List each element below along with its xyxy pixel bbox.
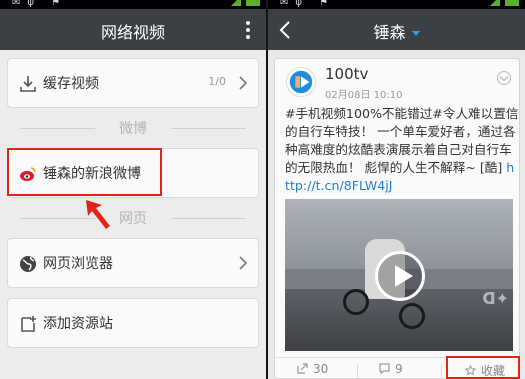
cached-videos-count: 1/0 (208, 75, 226, 88)
comment-icon (379, 363, 390, 374)
battery-icon (246, 0, 260, 6)
post-text: #手机视频100%不能错过#令人难以置信的自行车特技！ 一个单车爱好者，通过各种… (285, 105, 519, 195)
share-button[interactable]: 30 (297, 362, 328, 376)
video-watermark: ᗡ✦ (482, 289, 509, 308)
status-right (490, 0, 519, 6)
globe-icon (20, 256, 36, 272)
share-count: 30 (313, 362, 329, 376)
more-icon[interactable] (246, 21, 250, 39)
post-body: #手机视频100%不能错过#令人难以置信的自行车特技！ 一个单车爱好者，通过各种… (285, 106, 519, 175)
user-title: 锤森 (373, 23, 406, 42)
web-browser-row[interactable]: 网页浏览器 (7, 238, 259, 288)
video-menu-screen: ✉ψ ⚑ 网络视频 缓存视频 1/0 微博 锤森的新浪微博 网页 网页浏览器 添… (0, 0, 266, 379)
cached-videos-label: 缓存视频 (43, 76, 99, 92)
add-source-row[interactable]: 添加资源站 (7, 298, 259, 348)
comment-count: 9 (395, 362, 403, 376)
battery-icon (505, 0, 519, 6)
web-browser-label: 网页浏览器 (43, 256, 113, 272)
post-author[interactable]: 100tv (325, 65, 368, 83)
highlight-box (446, 356, 520, 379)
weibo-post-card: 100tv 02月08日 10:10 #手机视频100%不能错过#令人难以置信的… (274, 58, 521, 379)
video-thumbnail[interactable]: ᗡ✦ (285, 199, 513, 351)
post-time: 02月08日 10:10 (325, 90, 403, 101)
cached-videos-row[interactable]: 缓存视频 1/0 (7, 58, 259, 108)
signal-icon (231, 0, 241, 6)
section-weibo: 微博 (0, 118, 266, 138)
comment-button[interactable]: 9 (379, 362, 403, 376)
weibo-feed-screen: ✉ψ ⚑ 锤森 100tv 02月08日 10:10 #手机视频100%不能错过… (268, 0, 525, 379)
section-weibo-label: 微博 (119, 121, 147, 137)
notification-icons: ✉ψ ⚑ (280, 0, 336, 8)
post-menu-icon[interactable] (497, 71, 511, 85)
download-icon (20, 76, 36, 92)
user-title-dropdown[interactable]: 锤森 (268, 19, 525, 43)
highlight-box (7, 148, 162, 196)
chevron-right-icon (239, 76, 248, 90)
share-icon (297, 363, 308, 374)
status-bar: ✉ψ ⚑ (268, 0, 525, 9)
status-right (231, 0, 260, 6)
title-bar: 网络视频 (0, 9, 266, 50)
notification-icons: ✉ψ ⚑ (12, 0, 68, 8)
play-icon[interactable] (375, 251, 425, 301)
page-title: 网络视频 (100, 23, 165, 42)
title-bar: 锤森 (268, 9, 525, 50)
status-bar: ✉ψ ⚑ (0, 0, 266, 9)
section-web: 网页 (0, 208, 266, 228)
chevron-right-icon (239, 256, 248, 270)
avatar[interactable] (286, 67, 316, 97)
add-source-icon (21, 316, 36, 332)
add-source-label: 添加资源站 (43, 316, 113, 332)
signal-icon (490, 0, 500, 6)
section-web-label: 网页 (119, 211, 147, 227)
dropdown-icon (411, 31, 420, 36)
